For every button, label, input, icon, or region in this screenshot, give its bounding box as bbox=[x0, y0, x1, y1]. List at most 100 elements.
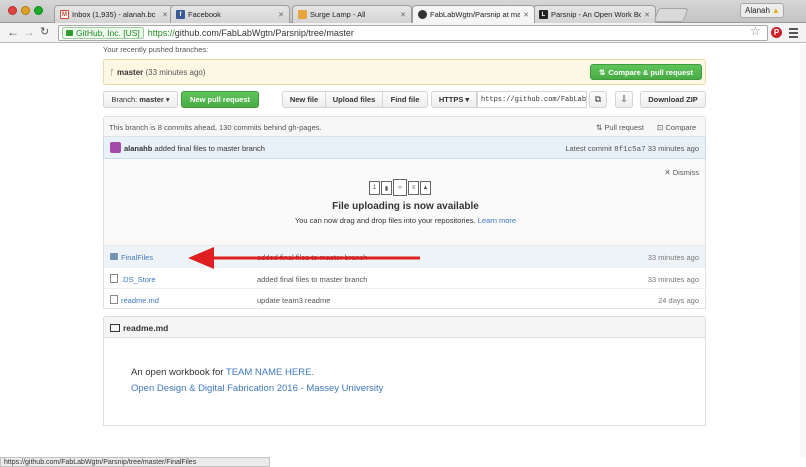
l-icon: L bbox=[539, 10, 548, 19]
download-zip-label: Download ZIP bbox=[648, 95, 698, 104]
upload-announcement: ✕ Dismiss 1 ▮ ‹› ≡ ▲ File uploading is n… bbox=[103, 159, 706, 245]
commit-author[interactable]: alanahb bbox=[124, 144, 152, 153]
etsy-icon bbox=[298, 10, 307, 19]
file-name-link[interactable]: readme.md bbox=[121, 296, 159, 305]
window-minimize-button[interactable] bbox=[21, 6, 30, 15]
code-file-icon: ‹› bbox=[393, 179, 407, 196]
pull-request-link[interactable]: ⇅ Pull request bbox=[596, 123, 644, 132]
status-bar-url: https://github.com/FabLabWgtn/Parsnip/tr… bbox=[0, 457, 270, 467]
file-list: FinalFiles added final files to master b… bbox=[103, 245, 706, 309]
new-pr-label: New pull request bbox=[189, 95, 250, 104]
vertical-scrollbar[interactable] bbox=[800, 44, 806, 457]
team-name-link[interactable]: TEAM NAME HERE. bbox=[226, 367, 314, 378]
readme-body: An open workbook for TEAM NAME HERE. Ope… bbox=[103, 338, 706, 426]
download-zip-button[interactable]: Download ZIP bbox=[640, 91, 706, 108]
tab-close-icon[interactable]: ✕ bbox=[400, 11, 406, 19]
compare-link[interactable]: ⊡ Compare bbox=[657, 123, 696, 132]
download-icon: ⇩ bbox=[620, 94, 628, 104]
readme-line-2-link[interactable]: Open Design & Digital Fabrication 2016 -… bbox=[131, 383, 383, 394]
facebook-icon: f bbox=[176, 10, 185, 19]
tab-parsnip-workbook[interactable]: L Parsnip - An Open Work Bo ✕ bbox=[533, 5, 656, 23]
window-close-button[interactable] bbox=[8, 6, 17, 15]
commit-age: 33 minutes ago bbox=[647, 144, 699, 153]
new-pull-request-button[interactable]: New pull request bbox=[181, 91, 259, 108]
forward-arrow-icon[interactable]: → bbox=[23, 25, 35, 39]
file-name-link[interactable]: FinalFiles bbox=[121, 253, 153, 262]
copy-clipboard-button[interactable]: ⧉ bbox=[589, 91, 607, 108]
tab-surge-lamp[interactable]: Surge Lamp - All ✕ bbox=[292, 5, 412, 23]
latest-commit-info: Latest commit 8f1c5a7 33 minutes ago bbox=[565, 144, 699, 154]
file-types-illustration: 1 ▮ ‹› ≡ ▲ bbox=[369, 179, 431, 196]
branch-prefix: Branch: bbox=[111, 95, 138, 104]
branch-icon: ᚴ bbox=[110, 68, 118, 77]
compare-label: Compare bbox=[665, 123, 697, 132]
reload-icon[interactable]: ↻ bbox=[40, 25, 49, 39]
table-row[interactable]: .DS_Store added final files to master br… bbox=[104, 267, 705, 288]
recent-branch-info: ᚴ master (33 minutes ago) bbox=[110, 68, 206, 77]
clone-protocol-selector[interactable]: HTTPS ▾ bbox=[431, 91, 477, 108]
close-icon: ✕ bbox=[664, 168, 673, 177]
address-bar[interactable]: GitHub, Inc. [US] https://github.com/Fab… bbox=[58, 25, 768, 41]
recent-branch-name[interactable]: master bbox=[117, 68, 143, 77]
table-row[interactable]: FinalFiles added final files to master b… bbox=[104, 246, 705, 267]
new-tab-button[interactable] bbox=[653, 8, 689, 22]
tab-close-icon[interactable]: ✕ bbox=[523, 11, 529, 19]
find-file-button[interactable]: Find file bbox=[382, 91, 428, 108]
tab-close-icon[interactable]: ✕ bbox=[278, 11, 284, 19]
learn-more-link[interactable]: Learn more bbox=[478, 216, 516, 225]
upload-files-label: Upload files bbox=[332, 95, 376, 104]
branch-status-text: This branch is 8 commits ahead, 130 comm… bbox=[109, 123, 322, 132]
table-row[interactable]: readme.md update team3 readme 24 days ag… bbox=[104, 288, 705, 309]
file-commit-message[interactable]: added final files to master branch bbox=[257, 275, 367, 284]
branch-status-bar: This branch is 8 commits ahead, 130 comm… bbox=[103, 116, 706, 137]
ev-certificate-badge[interactable]: GitHub, Inc. [US] bbox=[62, 27, 144, 39]
file-commit-message[interactable]: update team3 readme bbox=[257, 296, 330, 305]
file-age: 33 minutes ago bbox=[647, 253, 699, 262]
caret-down-icon: ▾ bbox=[165, 95, 170, 104]
commit-message[interactable]: added final files to master branch bbox=[154, 144, 264, 153]
pull-request-icon: ⇅ bbox=[599, 67, 606, 77]
commit-summary: alanahb added final files to master bran… bbox=[124, 144, 265, 153]
readme-line-1-text: An open workbook for bbox=[131, 367, 224, 378]
commit-sha[interactable]: 8f1c5a7 bbox=[614, 146, 646, 154]
image-file-icon: ▲ bbox=[420, 181, 431, 195]
pull-request-label: Pull request bbox=[604, 123, 644, 132]
browser-tabstrip: M Inbox (1,935) - alanah.bc ✕ f Facebook… bbox=[0, 0, 806, 23]
desktop-clone-button[interactable]: ⇩ bbox=[615, 91, 633, 108]
profile-name: Alanah bbox=[745, 6, 770, 15]
tab-title: Parsnip - An Open Work Bo bbox=[551, 10, 642, 19]
find-file-label: Find file bbox=[390, 95, 420, 104]
upload-files-button[interactable]: Upload files bbox=[325, 91, 383, 108]
file-age: 24 days ago bbox=[658, 296, 699, 305]
caret-down-icon: ▾ bbox=[465, 95, 470, 104]
profile-button[interactable]: Alanah ▲ bbox=[740, 3, 784, 18]
file-name-link[interactable]: .DS_Store bbox=[121, 275, 156, 284]
tab-facebook[interactable]: f Facebook ✕ bbox=[170, 5, 290, 23]
book-icon bbox=[110, 324, 120, 332]
back-arrow-icon[interactable]: ← bbox=[7, 25, 19, 39]
lock-icon bbox=[66, 30, 73, 36]
tab-gmail[interactable]: M Inbox (1,935) - alanah.bc ✕ bbox=[54, 5, 174, 23]
bookmark-star-icon[interactable]: ☆ bbox=[750, 24, 761, 38]
new-file-button[interactable]: New file bbox=[282, 91, 326, 108]
dismiss-button[interactable]: ✕ Dismiss bbox=[664, 168, 699, 177]
compare-pull-request-button[interactable]: ⇅ Compare & pull request bbox=[590, 64, 702, 80]
menu-icon[interactable] bbox=[789, 28, 798, 40]
text-file-icon: ≡ bbox=[408, 181, 419, 195]
upload-subtitle: You can now drag and drop files into you… bbox=[104, 216, 707, 225]
binary-file-icon: 1 bbox=[369, 181, 380, 195]
tab-close-icon[interactable]: ✕ bbox=[162, 11, 168, 19]
avatar[interactable] bbox=[110, 142, 121, 153]
tab-close-icon[interactable]: ✕ bbox=[644, 11, 650, 19]
latest-commit-bar: alanahb added final files to master bran… bbox=[103, 137, 706, 159]
new-file-label: New file bbox=[289, 95, 319, 104]
file-commit-message[interactable]: added final files to master branch bbox=[257, 253, 367, 262]
branch-selector[interactable]: Branch: master ▾ bbox=[103, 91, 178, 108]
tab-github-parsnip[interactable]: FabLabWgtn/Parsnip at ma ✕ bbox=[412, 5, 535, 23]
folder-icon bbox=[110, 253, 118, 260]
window-maximize-button[interactable] bbox=[34, 6, 43, 15]
gmail-icon: M bbox=[60, 10, 69, 19]
clone-url-input[interactable]: https://github.com/FabLab bbox=[477, 91, 587, 108]
pinterest-icon[interactable]: P bbox=[771, 27, 782, 38]
file-icon bbox=[110, 295, 118, 304]
